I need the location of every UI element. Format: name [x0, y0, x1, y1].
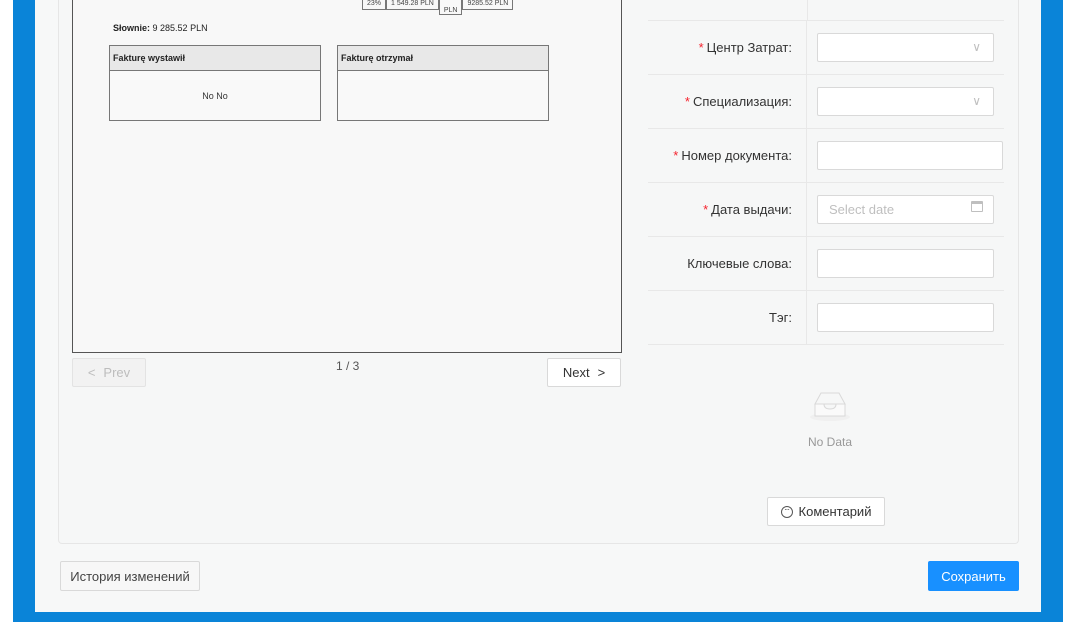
doc-number-label: Номер документа: [681, 148, 789, 163]
amount-in-words-label: Słownie:: [113, 23, 151, 33]
required-mark: *: [703, 202, 709, 217]
issue-date-placeholder: Select date: [829, 202, 895, 217]
form-row-specialization: * Специализация: ∨: [648, 75, 1004, 129]
frame-left: [13, 0, 35, 622]
history-button[interactable]: История изменений: [60, 561, 200, 591]
add-comment-button[interactable]: ··· Коментарий: [767, 497, 885, 526]
issue-date-label: Дата выдачи: [711, 202, 789, 217]
form-row-keywords: Ключевые слова:: [648, 237, 1004, 291]
no-data-text: No Data: [807, 435, 853, 449]
chevron-left-icon: <: [87, 365, 96, 380]
form-row-previous: [648, 0, 1004, 21]
chevron-down-icon: ∨: [972, 40, 981, 54]
issued-by-header: Fakturę wystawił: [110, 46, 320, 71]
keywords-input[interactable]: [817, 249, 994, 278]
form-row-issue-date: * Дата выдачи: Select date: [648, 183, 1004, 237]
issue-date-picker[interactable]: Select date: [817, 195, 994, 224]
amount-in-words: Słownie: 9 285.52 PLN: [113, 23, 208, 33]
gross-amount-cell: 9285.52 PLN: [462, 0, 514, 10]
doc-number-input[interactable]: [817, 141, 1003, 170]
comments-empty-state: No Data: [780, 386, 880, 449]
comment-icon: ···: [780, 505, 793, 518]
cost-center-select[interactable]: ∨: [817, 33, 994, 62]
invoice-summary-table: 23% 1 549.28 PLN PLN 9285.52 PLN: [362, 0, 514, 15]
vat-amount-cell: 1 549.28 PLN: [386, 0, 439, 10]
required-mark: *: [684, 94, 690, 109]
amount-in-words-value: 9 285.52 PLN: [152, 23, 208, 33]
specialization-label: Специализация: [692, 94, 789, 109]
chevron-down-icon: ∨: [972, 94, 981, 108]
received-by-box: Fakturę otrzymał: [337, 45, 549, 121]
chevron-right-icon: >: [597, 365, 606, 380]
form-row-tag: Тэг:: [648, 291, 1004, 345]
document-preview: 23% 1 549.28 PLN PLN 9285.52 PLN Słownie…: [72, 0, 622, 353]
vat-rate-cell: 23%: [362, 0, 387, 10]
empty-inbox-icon: [810, 392, 850, 421]
tag-input[interactable]: [817, 303, 994, 332]
save-button[interactable]: Сохранить: [928, 561, 1019, 591]
frame-right: [1041, 0, 1063, 622]
next-page-button[interactable]: Next >: [547, 358, 621, 387]
frame-bottom: [13, 612, 1063, 622]
calendar-icon: [971, 201, 983, 212]
received-by-header: Fakturę otrzymał: [338, 46, 548, 71]
received-by-value: [338, 71, 548, 91]
cost-center-label: Центр Затрат: [706, 40, 789, 55]
required-mark: *: [673, 148, 679, 163]
prev-label: Prev: [103, 365, 131, 380]
page-indicator: 1 / 3: [336, 359, 360, 373]
currency-cell: PLN: [438, 0, 463, 15]
next-label: Next: [562, 365, 590, 380]
issued-by-box: Fakturę wystawił No No: [109, 45, 321, 121]
tag-label: Тэг: [769, 310, 789, 325]
required-mark: *: [698, 40, 704, 55]
comment-button-label: Коментарий: [798, 504, 872, 519]
prev-page-button[interactable]: < Prev: [72, 358, 146, 387]
form-row-doc-number: * Номер документа:: [648, 129, 1004, 183]
keywords-label: Ключевые слова: [687, 256, 789, 271]
specialization-select[interactable]: ∨: [817, 87, 994, 116]
issued-by-value: No No: [202, 91, 228, 101]
form-row-cost-center: * Центр Затрат: ∨: [648, 21, 1004, 75]
